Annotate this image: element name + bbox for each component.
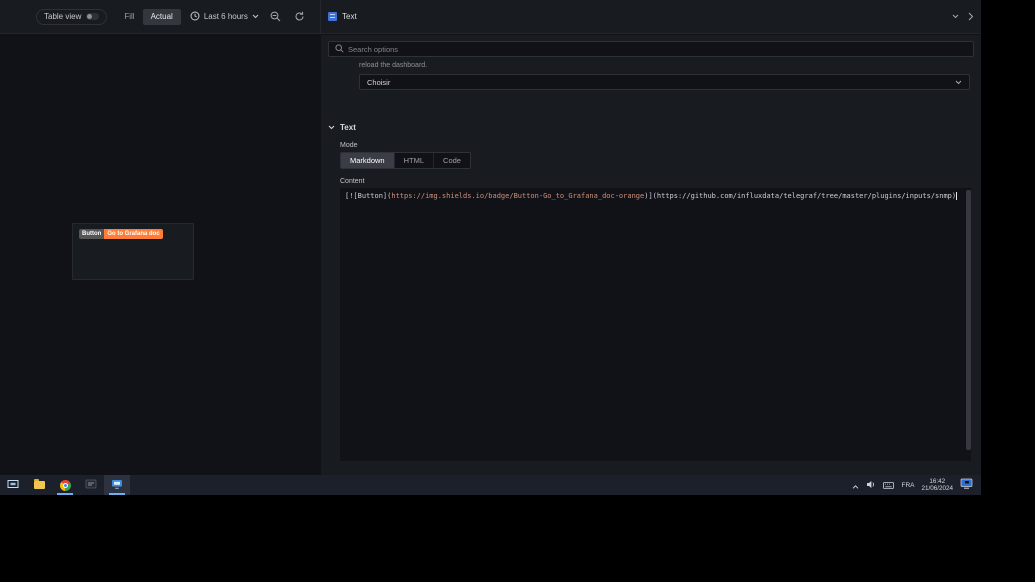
volume-icon[interactable]	[866, 476, 876, 494]
shields-badge[interactable]: Button Go to Grafana doc	[79, 229, 163, 239]
mode-radio-group: Markdown HTML Code	[340, 152, 471, 169]
file-explorer-icon	[33, 479, 45, 489]
panel-type-label: Text	[342, 12, 357, 21]
tray-expand-icon[interactable]	[852, 476, 859, 494]
badge-label: Button	[79, 229, 105, 239]
topbar-left: Table view Fill Actual Last 6 hours	[0, 0, 321, 33]
remote-app-button[interactable]	[104, 475, 130, 495]
code-token: )](	[644, 192, 657, 200]
remote-app-icon	[111, 476, 123, 494]
code-url-token: https://img.shields.io/badge/Button-Go_t…	[391, 192, 645, 200]
table-view-switch[interactable]	[86, 13, 100, 20]
search-icon	[335, 40, 344, 58]
taskbar-apps	[0, 475, 130, 495]
task-view-icon	[7, 476, 19, 494]
options-pane-header: Text	[321, 0, 981, 33]
select-value: Choisir	[367, 77, 391, 87]
touch-keyboard-icon[interactable]	[883, 476, 895, 494]
edit-topbar: Table view Fill Actual Last 6 hours Text	[0, 0, 981, 34]
zoom-out-icon[interactable]	[268, 9, 283, 24]
table-view-toggle[interactable]: Table view	[36, 8, 108, 25]
section-title: Text	[340, 123, 356, 132]
windows-taskbar: FRA 16:42 21/06/2024	[0, 475, 981, 495]
switch-knob	[87, 14, 93, 19]
code-url-token: https://github.com/influxdata/telegraf/t…	[656, 192, 952, 200]
chevron-down-icon	[252, 12, 259, 21]
badge-link-label: Go to Grafana doc	[104, 229, 163, 239]
clock-date: 21/06/2024	[921, 485, 953, 492]
chevron-right-icon	[968, 8, 974, 26]
fill-actual-group: Fill Actual	[116, 8, 181, 25]
choisir-select[interactable]: Choisir	[359, 74, 970, 90]
terminal-app-button[interactable]	[78, 475, 104, 495]
content-label: Content	[340, 178, 365, 185]
panel-options-pane: reload the dashboard. Choisir Text Mode …	[321, 35, 981, 475]
clock-time: 16:42	[929, 477, 946, 485]
time-range-picker[interactable]: Last 6 hours	[190, 11, 259, 23]
notification-display-icon[interactable]	[960, 476, 973, 494]
fill-button[interactable]: Fill	[116, 9, 142, 25]
visualization-picker[interactable]: Text	[328, 12, 959, 21]
clock-icon	[190, 11, 200, 23]
code-line[interactable]: [![Button](https://img.shields.io/badge/…	[340, 188, 971, 201]
task-view-button[interactable]	[0, 475, 26, 495]
chevron-down-icon	[328, 123, 335, 132]
mode-option-html[interactable]: HTML	[395, 153, 435, 168]
mode-option-markdown[interactable]: Markdown	[341, 153, 395, 168]
table-view-label: Table view	[44, 12, 82, 21]
system-tray: FRA 16:42 21/06/2024	[852, 475, 981, 495]
scrollbar-thumb[interactable]	[966, 190, 971, 451]
content-code-editor[interactable]: [![Button](https://img.shields.io/badge/…	[340, 188, 971, 461]
code-token: [![Button](	[345, 192, 392, 200]
collapse-options-button[interactable]	[968, 8, 974, 26]
search-input[interactable]	[348, 44, 967, 54]
chrome-icon	[59, 479, 71, 491]
refresh-icon[interactable]	[292, 9, 307, 24]
chrome-button[interactable]	[52, 475, 78, 495]
terminal-app-icon	[85, 476, 97, 494]
option-description: reload the dashboard.	[359, 62, 428, 69]
section-text-header[interactable]: Text	[328, 123, 356, 132]
taskbar-clock[interactable]: 16:42 21/06/2024	[921, 478, 953, 493]
chevron-down-icon	[955, 78, 962, 87]
language-indicator[interactable]: FRA	[901, 482, 914, 489]
grafana-panel-edit-screen: Table view Fill Actual Last 6 hours Text…	[0, 0, 981, 495]
time-range-label: Last 6 hours	[203, 12, 248, 21]
mode-label: Mode	[340, 142, 358, 149]
mode-option-code[interactable]: Code	[434, 153, 470, 168]
panel-type-icon	[328, 12, 337, 21]
editor-scrollbar[interactable]	[966, 189, 971, 460]
file-explorer-button[interactable]	[26, 475, 52, 495]
actual-button[interactable]: Actual	[142, 8, 181, 25]
panel-preview-area: Button Go to Grafana doc	[0, 35, 320, 475]
text-panel-preview[interactable]: Button Go to Grafana doc	[72, 223, 194, 280]
text-cursor	[956, 192, 958, 200]
chevron-down-icon	[952, 12, 959, 21]
options-search[interactable]	[328, 41, 974, 57]
